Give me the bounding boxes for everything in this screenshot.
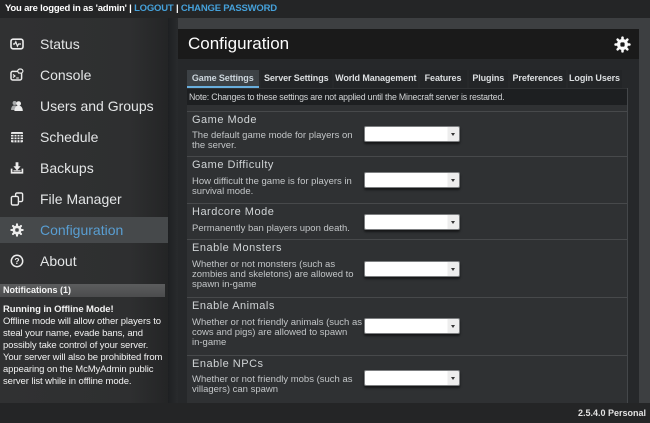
svg-text:?: ?: [14, 256, 19, 266]
